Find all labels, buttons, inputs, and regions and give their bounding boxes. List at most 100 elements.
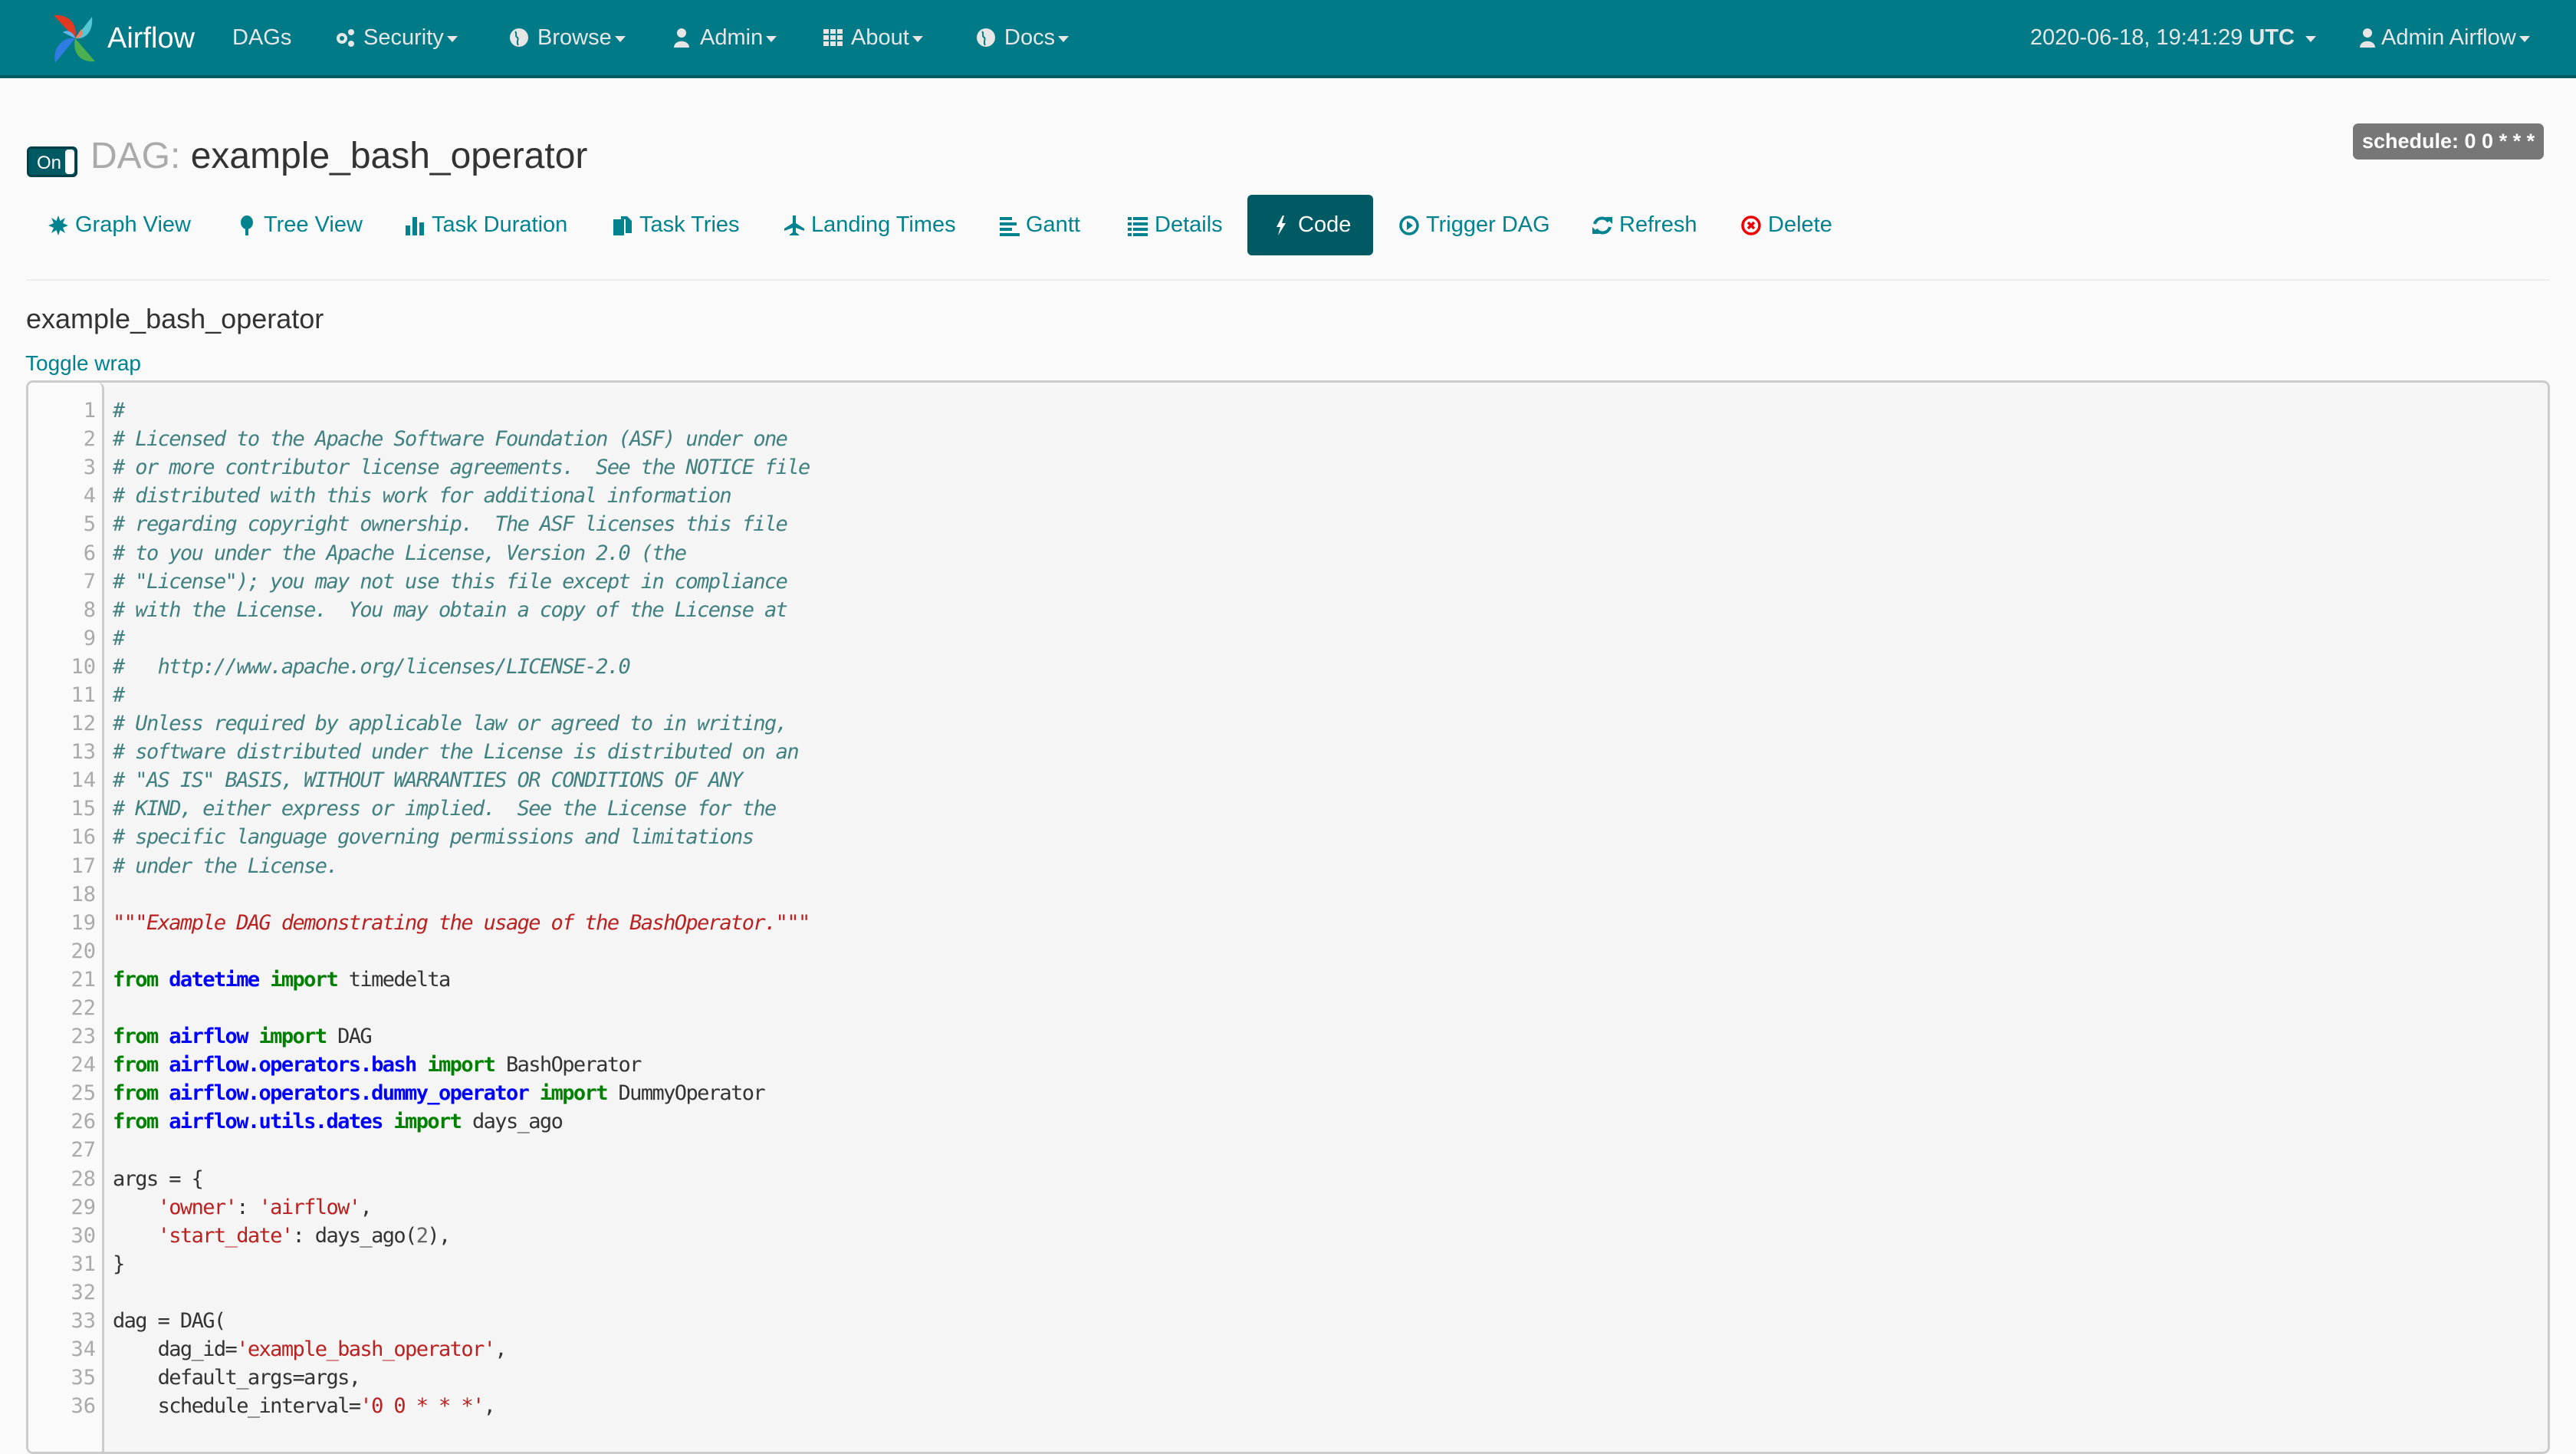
- tree-icon: [236, 215, 258, 236]
- nav-docs[interactable]: Docs: [975, 0, 1070, 75]
- dag-title-name: example_bash_operator: [190, 136, 588, 176]
- nav-dags-label: DAGs: [232, 25, 292, 50]
- code-token-plain: schedule_interval=: [113, 1394, 361, 1419]
- code-line: 36 schedule_interval='0 0 * * *',: [28, 1392, 2548, 1420]
- code-text: 'start_date': days_ago(2),: [113, 1223, 452, 1248]
- flash-icon: [1270, 215, 1292, 236]
- tab-trigger-dag[interactable]: Trigger DAG: [1391, 195, 1558, 255]
- code-token-plain: ,: [360, 1195, 372, 1219]
- user-menu[interactable]: Admin Airflow: [2357, 0, 2530, 75]
- tab-code[interactable]: Code: [1247, 195, 1373, 255]
- line-number: 14: [71, 768, 96, 793]
- nav-about-label: About: [851, 25, 909, 50]
- code-line: 20: [28, 937, 2548, 965]
- nav-security-label: Security: [363, 25, 444, 50]
- tab-tree-view[interactable]: Tree View: [228, 195, 370, 255]
- code-token-plain: DummyOperator: [606, 1081, 766, 1106]
- nav-admin-label: Admin: [700, 25, 764, 50]
- code-token-kw: from: [113, 1081, 159, 1106]
- line-number: 28: [71, 1166, 96, 1191]
- code-line: 35 default_args=args,: [28, 1364, 2548, 1392]
- code-token-str: 'airflow': [258, 1195, 362, 1219]
- line-number: 8: [83, 597, 96, 622]
- code-text: # KIND, either express or implied. See t…: [113, 797, 777, 821]
- dag-pause-toggle[interactable]: On: [27, 146, 77, 177]
- code-token-num: 2: [416, 1223, 429, 1248]
- tab-label: Gantt: [1026, 212, 1080, 237]
- brand-link[interactable]: Airflow: [46, 9, 195, 67]
- code-token-plain: days_ago: [461, 1110, 564, 1134]
- line-number: 2: [83, 427, 96, 452]
- code-token-mod: datetime: [169, 967, 260, 992]
- line-number: 4: [83, 484, 96, 508]
- code-text: dag = DAG(: [113, 1309, 226, 1334]
- line-number: 20: [71, 939, 96, 963]
- code-text: # "License"); you may not use this file …: [113, 570, 788, 594]
- line-number: 7: [83, 569, 96, 594]
- tab-landing-times[interactable]: Landing Times: [776, 195, 964, 255]
- tab-task-tries[interactable]: Task Tries: [604, 195, 748, 255]
- code-token-comment: # distributed with this work for additio…: [113, 484, 732, 508]
- tab-refresh[interactable]: Refresh: [1584, 195, 1705, 255]
- tab-graph-view[interactable]: Graph View: [40, 195, 199, 255]
- line-number: 21: [71, 967, 96, 992]
- tab-label: Landing Times: [811, 212, 956, 237]
- code-text: """Example DAG demonstrating the usage o…: [113, 911, 810, 935]
- line-number: 12: [71, 712, 96, 736]
- line-number: 31: [71, 1252, 96, 1276]
- chevron-down-icon: [446, 36, 458, 42]
- nav-admin[interactable]: Admin: [671, 0, 777, 75]
- page-title: DAG: example_bash_operator: [90, 135, 587, 177]
- code-token-kw: import: [539, 1081, 609, 1106]
- code-token-plain: dag = DAG(: [113, 1309, 226, 1334]
- nav-about[interactable]: About: [822, 0, 923, 75]
- globe-icon: [508, 27, 530, 48]
- line-number: 16: [71, 825, 96, 850]
- nav-security[interactable]: Security: [334, 0, 458, 75]
- code-text: from airflow import DAG: [113, 1025, 373, 1049]
- code-line: 7 # "License"); you may not use this file…: [28, 567, 2548, 596]
- tab-details[interactable]: Details: [1119, 195, 1230, 255]
- play-circle-icon: [1398, 215, 1420, 236]
- nav-dags[interactable]: DAGs: [232, 0, 291, 75]
- code-token-comment: # with the License. You may obtain a cop…: [113, 597, 788, 622]
- tab-task-duration[interactable]: Task Duration: [396, 195, 575, 255]
- align-left-icon: [998, 215, 1020, 236]
- tab-delete[interactable]: Delete: [1733, 195, 1840, 255]
- code-token-plain: DAG: [326, 1025, 373, 1049]
- line-number: 19: [71, 910, 96, 935]
- line-number: 15: [71, 797, 96, 821]
- tab-gantt[interactable]: Gantt: [991, 195, 1088, 255]
- code-text: dag_id='example_bash_operator',: [113, 1337, 508, 1362]
- code-token-str: 'owner': [157, 1195, 238, 1219]
- code-line: 27: [28, 1136, 2548, 1164]
- code-token-kw: from: [113, 1053, 159, 1077]
- code-token-kw: import: [270, 967, 339, 992]
- code-text: default_args=args,: [113, 1366, 361, 1390]
- nav-browse[interactable]: Browse: [508, 0, 626, 75]
- code-text: #: [113, 399, 125, 423]
- line-number: 25: [71, 1081, 96, 1106]
- toggle-wrap-link[interactable]: Toggle wrap: [25, 351, 141, 376]
- brand-name: Airflow: [107, 21, 196, 54]
- code-token-plain: ),: [427, 1223, 451, 1248]
- code-token-plain: BashOperator: [495, 1053, 642, 1077]
- code-token-comment: # http://www.apache.org/licenses/LICENSE…: [113, 654, 631, 679]
- code-line: 32: [28, 1278, 2548, 1307]
- code-line: 4 # distributed with this work for additi…: [28, 482, 2548, 510]
- code-text: # Unless required by applicable law or a…: [113, 712, 788, 735]
- timezone-dropdown[interactable]: 2020-06-18, 19:41:29 UTC: [2030, 0, 2316, 75]
- code-line: 28 args = {: [28, 1165, 2548, 1193]
- code-token-mod: airflow: [169, 1025, 248, 1049]
- code-viewer[interactable]: 1 #2 # Licensed to the Apache Software Fou…: [26, 380, 2550, 1454]
- code-line: 2 # Licensed to the Apache Software Found…: [28, 425, 2548, 453]
- code-line: 23 from airflow import DAG: [28, 1022, 2548, 1051]
- code-line: 22: [28, 994, 2548, 1022]
- globe-icon: [975, 27, 997, 48]
- gears-icon: [334, 27, 356, 48]
- code-token-comment: #: [113, 626, 125, 650]
- code-line: 5 # regarding copyright ownership. The AS…: [28, 510, 2548, 538]
- code-token-plain: dag_id=: [113, 1337, 238, 1362]
- dag-title-prefix: DAG:: [90, 136, 181, 176]
